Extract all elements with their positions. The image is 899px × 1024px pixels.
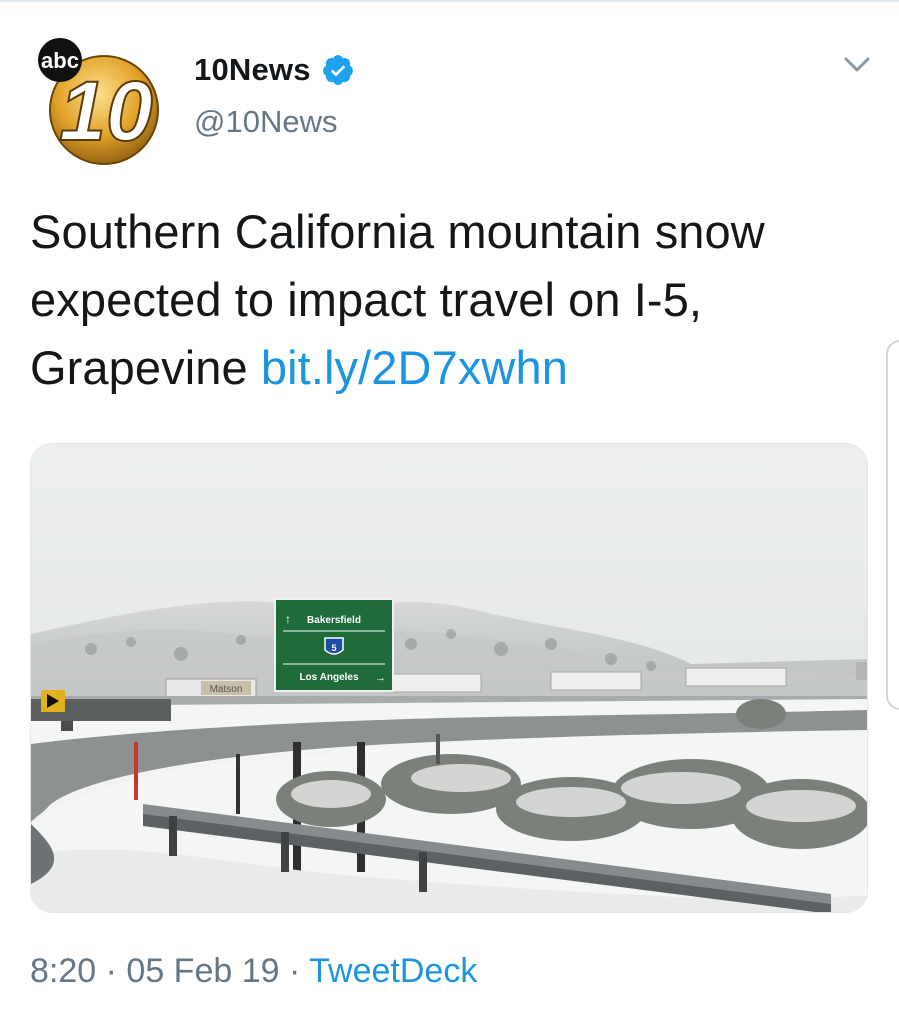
scroll-edge [886, 340, 899, 710]
author-name-row: 10News [194, 52, 355, 88]
abc10-logo: 10 abc [38, 38, 159, 165]
chevron-down-icon[interactable] [840, 50, 874, 78]
top-divider [0, 0, 899, 2]
author-avatar[interactable]: 10 abc [28, 36, 168, 166]
tweet-card: 10 abc 10News @10News Southern Californi… [0, 0, 899, 1024]
meta-separator: · [96, 952, 127, 990]
truck-label: Matson [210, 684, 243, 695]
tweet-text: Southern California mountain snow expect… [30, 198, 880, 402]
meta-separator: · [279, 952, 310, 990]
tweet-link[interactable]: bit.ly/2D7xwhn [261, 341, 568, 394]
verified-badge-icon [321, 53, 355, 87]
svg-text:↑: ↑ [285, 612, 291, 626]
sign-los-angeles: Los Angeles [299, 672, 359, 683]
tweet-source[interactable]: TweetDeck [309, 952, 477, 990]
author-display-name[interactable]: 10News [194, 52, 311, 88]
svg-text:10: 10 [59, 64, 152, 158]
svg-text:abc: abc [41, 48, 79, 73]
tweet-meta: 8:20 · 05 Feb 19 · TweetDeck [30, 952, 477, 991]
tweet-time[interactable]: 8:20 [30, 952, 96, 990]
author-handle[interactable]: @10News [194, 104, 337, 140]
tweet-date[interactable]: 05 Feb 19 [126, 952, 279, 990]
sign-bakersfield: Bakersfield [307, 615, 361, 626]
sign-route: 5 [331, 643, 336, 653]
snowy-highway-photo: Matson Bakersfield ↑ 5 Los Angeles → [31, 444, 867, 912]
svg-text:→: → [375, 672, 386, 684]
tweet-media-photo[interactable]: Matson Bakersfield ↑ 5 Los Angeles → [30, 443, 868, 913]
